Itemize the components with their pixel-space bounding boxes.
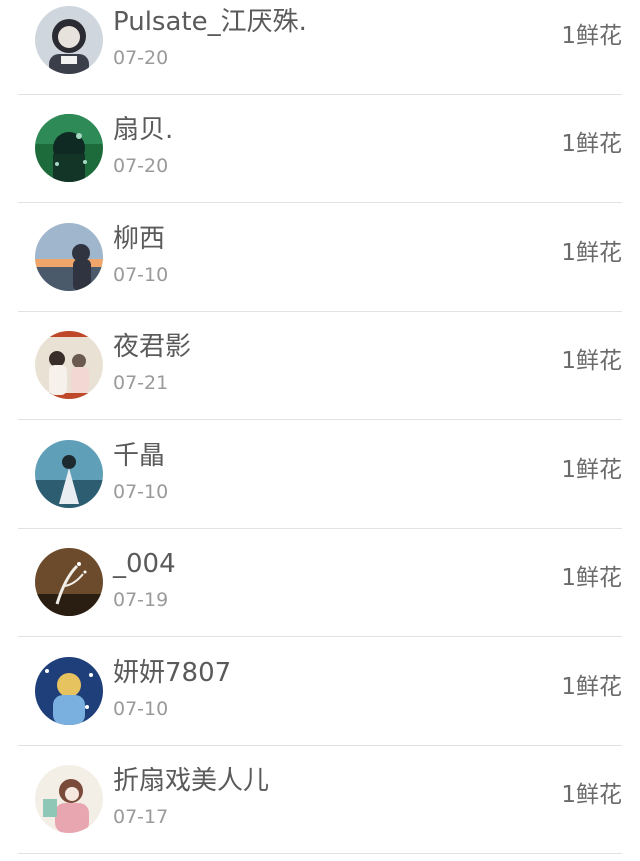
user-name: 扇贝. (113, 115, 174, 146)
avatar[interactable] (35, 331, 103, 400)
date: 07-17 (113, 806, 169, 829)
date: 07-21 (113, 372, 169, 395)
list-item[interactable]: 折扇戏美人儿 07-17 1鲜花 (18, 746, 622, 854)
avatar-image (35, 5, 103, 74)
item-info: _004 07-19 (113, 529, 561, 637)
gift-count: 1鲜花 (561, 673, 622, 700)
list-item[interactable]: Pulsate_江厌殊. 07-20 1鲜花 (18, 0, 622, 95)
date: 07-10 (113, 697, 169, 720)
item-info: 妍妍7807 07-10 (113, 637, 561, 745)
avatar[interactable] (35, 439, 103, 508)
gift-count: 1鲜花 (561, 782, 622, 809)
date: 07-20 (113, 46, 169, 69)
gift-count: 1鲜花 (561, 565, 622, 592)
item-info: 柳西 07-10 (113, 203, 561, 311)
gift-count: 1鲜花 (561, 348, 622, 375)
avatar-image (35, 439, 103, 508)
date: 07-10 (113, 480, 169, 503)
avatar-image (35, 222, 103, 291)
item-info: 扇贝. 07-20 (113, 95, 561, 203)
user-name: _004 (113, 549, 176, 580)
date: 07-20 (113, 155, 169, 178)
user-name: 夜君影 (113, 332, 192, 363)
date: 07-10 (113, 263, 169, 286)
avatar[interactable] (35, 656, 103, 725)
list-item[interactable]: 千瞐 07-10 1鲜花 (18, 420, 622, 529)
avatar-image (35, 114, 103, 183)
avatar[interactable] (35, 765, 103, 834)
gift-record-list: Pulsate_江厌殊. 07-20 1鲜花 扇贝. 07-20 1鲜花 柳西 … (0, 0, 640, 854)
list-item[interactable]: 柳西 07-10 1鲜花 (18, 203, 622, 312)
item-info: 夜君影 07-21 (113, 312, 561, 420)
user-name: 千瞐 (113, 440, 166, 471)
item-info: 千瞐 07-10 (113, 420, 561, 528)
avatar[interactable] (35, 222, 103, 291)
avatar-image (35, 656, 103, 725)
avatar[interactable] (35, 548, 103, 617)
list-item[interactable]: 夜君影 07-21 1鲜花 (18, 312, 622, 420)
user-name: 妍妍7807 (113, 657, 232, 688)
avatar-image (35, 331, 103, 400)
item-info: 折扇戏美人儿 07-17 (113, 746, 561, 854)
user-name: Pulsate_江厌殊. (113, 6, 307, 37)
item-info: Pulsate_江厌殊. 07-20 (113, 0, 561, 94)
list-item[interactable]: 妍妍7807 07-10 1鲜花 (18, 637, 622, 746)
avatar[interactable] (35, 114, 103, 183)
user-name: 折扇戏美人儿 (113, 766, 270, 797)
list-item[interactable]: 扇贝. 07-20 1鲜花 (18, 95, 622, 203)
gift-count: 1鲜花 (561, 131, 622, 158)
list-item[interactable]: _004 07-19 1鲜花 (18, 529, 622, 637)
gift-count: 1鲜花 (561, 456, 622, 483)
avatar[interactable] (35, 5, 103, 74)
user-name: 柳西 (113, 223, 166, 254)
gift-count: 1鲜花 (561, 22, 622, 49)
avatar-image (35, 548, 103, 617)
date: 07-19 (113, 589, 169, 612)
gift-count: 1鲜花 (561, 239, 622, 266)
avatar-image (35, 765, 103, 834)
